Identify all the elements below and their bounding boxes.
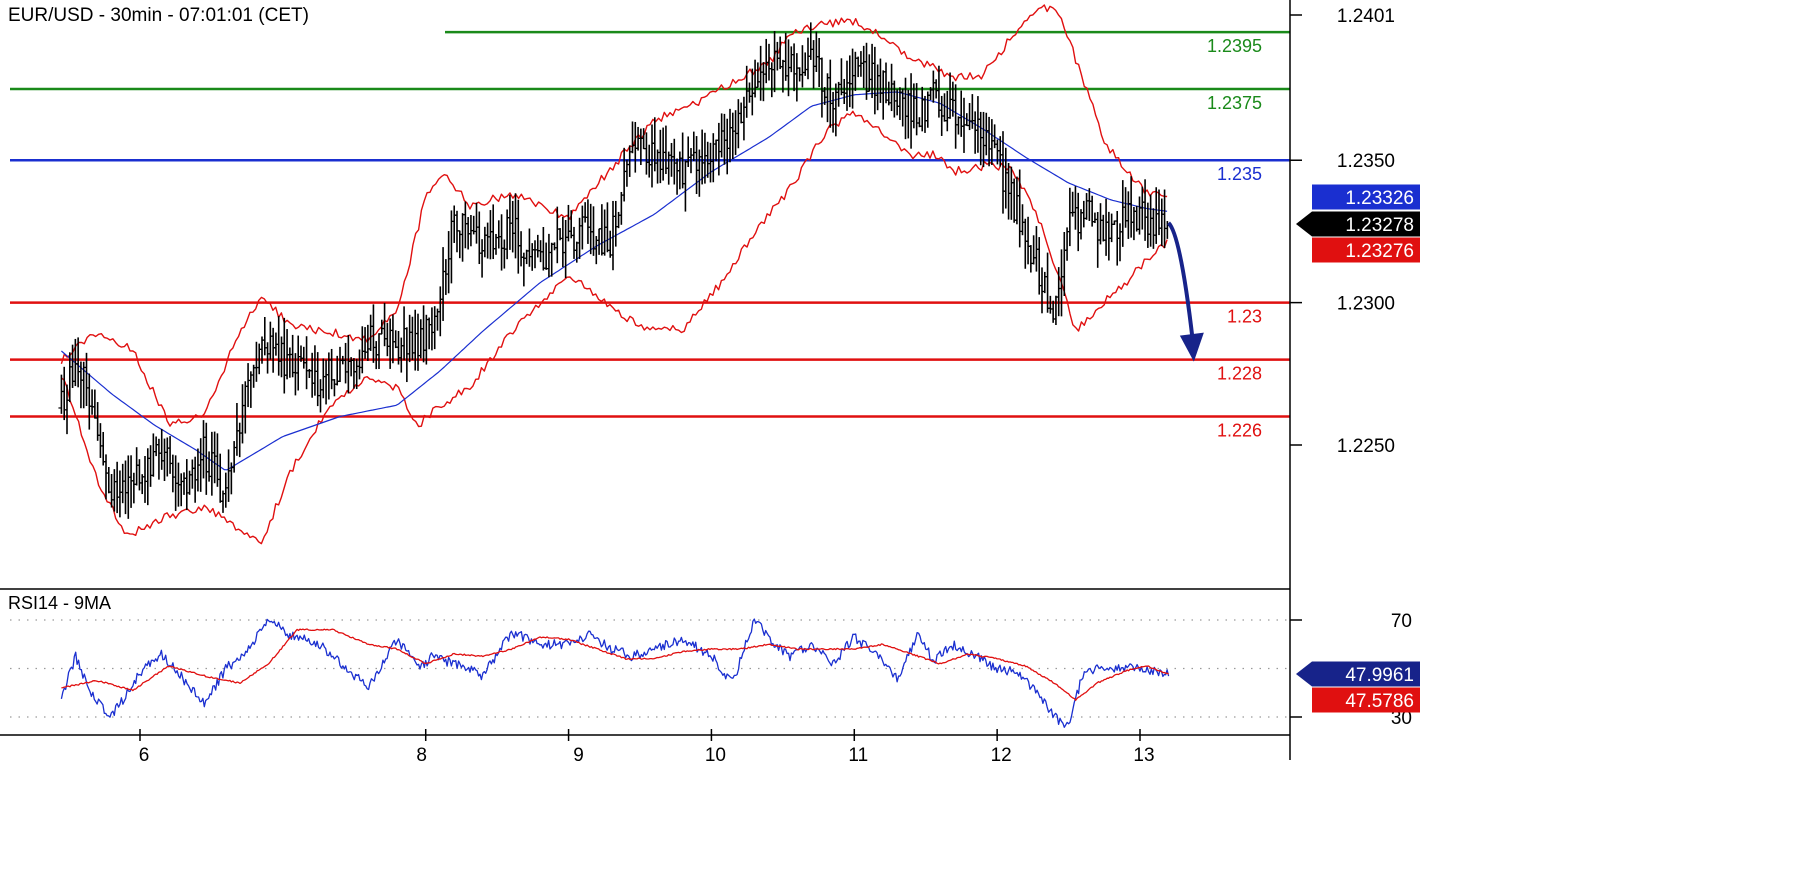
x-tick-label: 11: [848, 745, 868, 766]
level-label-1.2375: 1.2375: [1207, 93, 1262, 113]
price-tag-ma: 1.23326: [1345, 188, 1414, 209]
y-tick-label: 1.2250: [1337, 436, 1395, 457]
x-tick-label: 13: [1133, 745, 1154, 766]
y-tick-label: 1.2350: [1337, 151, 1395, 172]
rsi-tag-value: 47.9961: [1345, 665, 1414, 686]
level-label-1.23: 1.23: [1227, 307, 1262, 327]
level-label-1.228: 1.228: [1217, 364, 1262, 384]
rsi-y-tick-label: 70: [1391, 611, 1412, 632]
chart-title: EUR/USD - 30min - 07:01:01 (CET): [8, 5, 309, 26]
y-tick-label: 1.2401: [1337, 6, 1395, 27]
x-tick-label: 12: [991, 745, 1012, 766]
price-tag-last: 1.23278: [1345, 215, 1414, 236]
level-label-1.226: 1.226: [1217, 421, 1262, 441]
price-tag-bb: 1.23276: [1345, 241, 1414, 262]
rsi-title: RSI14 - 9MA: [8, 593, 111, 613]
background: [0, 0, 1800, 874]
level-label-1.2395: 1.2395: [1207, 36, 1262, 56]
rsi-tag-ma: 47.5786: [1345, 691, 1414, 712]
chart-stage: 1.2395 1.2375 1.235 1.23 1.228 1.226 1.2401 1.2…: [0, 0, 1800, 874]
x-tick-label: 9: [573, 745, 584, 766]
x-tick-label: 8: [416, 745, 427, 766]
x-tick-label: 6: [139, 745, 150, 766]
level-label-1.235: 1.235: [1217, 164, 1262, 184]
eurusd-chart: 1.2395 1.2375 1.235 1.23 1.228 1.226 1.2401 1.2…: [0, 0, 1800, 874]
y-tick-label: 1.2300: [1337, 294, 1395, 315]
x-tick-label: 10: [705, 745, 726, 766]
